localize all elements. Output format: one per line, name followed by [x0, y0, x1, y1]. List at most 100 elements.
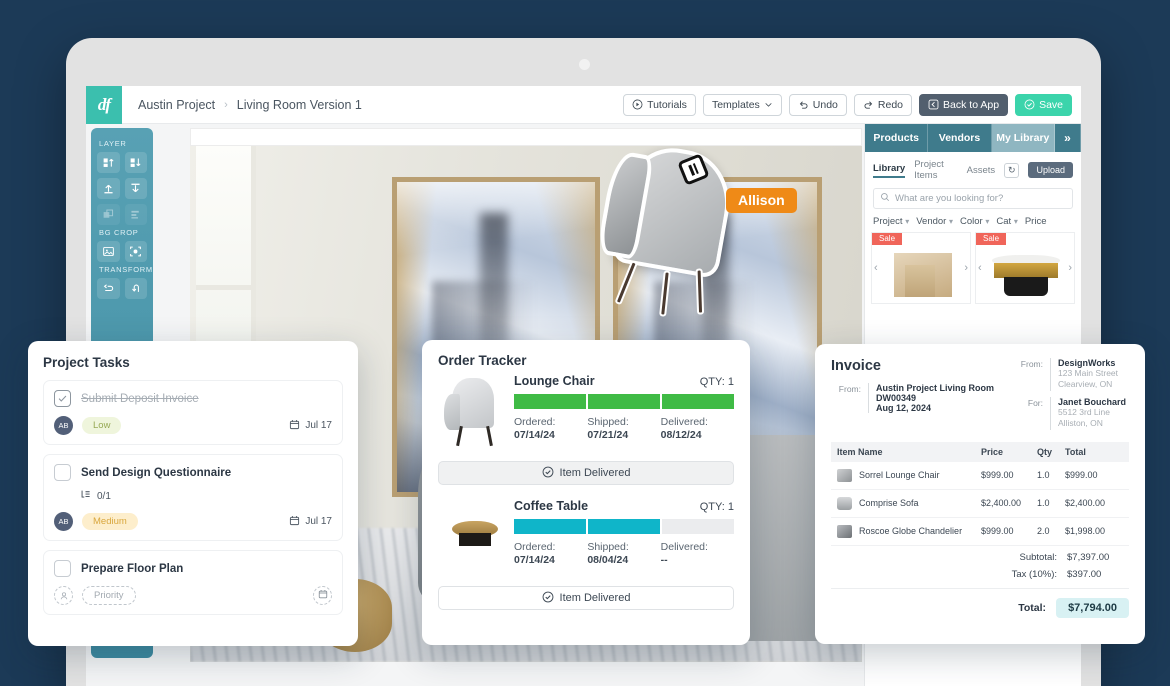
- subtab-assets[interactable]: Assets: [967, 165, 996, 176]
- refresh-icon[interactable]: ↻: [1004, 162, 1020, 178]
- item-thumbnail: [837, 524, 852, 538]
- next-icon[interactable]: ›: [1068, 262, 1072, 274]
- invoice-project-block: From: Austin Project Living Room DW00349…: [831, 383, 1013, 413]
- item-delivered-label: Item Delivered: [559, 592, 631, 604]
- task-item[interactable]: Submit Deposit Invoice AB Low Jul 17: [43, 380, 343, 445]
- table-row: Roscoe Globe Chandelier $999.00 2.0 $1,9…: [831, 518, 1129, 546]
- priority-chip[interactable]: Priority: [82, 586, 136, 605]
- tutorials-button[interactable]: Tutorials: [623, 93, 696, 116]
- back-to-app-button[interactable]: Back to App: [919, 93, 1009, 116]
- due-date[interactable]: [313, 586, 332, 605]
- column-item-name: Item Name: [837, 446, 883, 457]
- check-circle-icon: [1024, 99, 1035, 110]
- app-logo[interactable]: df: [86, 86, 122, 124]
- bring-forward-icon[interactable]: [97, 152, 120, 173]
- task-item[interactable]: Prepare Floor Plan Priority: [43, 550, 343, 615]
- invoice-company-address1: 123 Main Street: [1058, 368, 1119, 378]
- table-header-row: Item Name Price Qty Total: [831, 441, 1129, 462]
- order-item-name: Lounge Chair: [514, 374, 595, 388]
- priority-chip[interactable]: Medium: [82, 513, 138, 530]
- item-price: $2,400.00: [981, 498, 1022, 509]
- travertine-side-table-image: [894, 253, 952, 297]
- filter-color[interactable]: Color ▾: [960, 216, 989, 227]
- flip-horizontal-icon[interactable]: [97, 278, 120, 299]
- task-item[interactable]: Send Design Questionnaire 0/1 AB Medium …: [43, 454, 343, 541]
- redo-icon: [863, 99, 874, 110]
- move-up-icon[interactable]: [97, 178, 120, 199]
- breadcrumb-project[interactable]: Austin Project: [138, 98, 215, 112]
- tab-my-library[interactable]: My Library: [991, 124, 1055, 152]
- item-delivered-button[interactable]: Item Delivered: [438, 586, 734, 610]
- image-crop-icon[interactable]: [97, 241, 120, 262]
- due-date[interactable]: Jul 17: [289, 419, 332, 433]
- filter-vendor[interactable]: Vendor ▾: [916, 216, 953, 227]
- invoice-line-items-table: Item Name Price Qty Total Sorrel Lounge …: [831, 441, 1129, 546]
- invoice-client-address1: 5512 3rd Line: [1058, 406, 1110, 417]
- send-backward-icon[interactable]: [124, 152, 147, 173]
- breadcrumb: Austin Project › Living Room Version 1: [138, 98, 362, 112]
- delivered-label: Delivered:: [660, 416, 708, 428]
- templates-button[interactable]: Templates: [702, 93, 782, 116]
- subtab-library[interactable]: Library: [873, 163, 906, 178]
- ordered-date: 07/14/24: [514, 429, 555, 441]
- priority-chip[interactable]: Low: [82, 417, 122, 434]
- subtask-count-text: 0/1: [97, 490, 111, 502]
- due-date[interactable]: Jul 17: [289, 515, 332, 529]
- item-delivered-button[interactable]: Item Delivered: [438, 461, 734, 485]
- move-down-icon[interactable]: [124, 178, 147, 199]
- upload-button[interactable]: Upload: [1028, 162, 1073, 178]
- save-button[interactable]: Save: [1015, 93, 1072, 116]
- breadcrumb-version[interactable]: Living Room Version 1: [237, 98, 362, 112]
- item-price: $999.00: [981, 526, 1014, 537]
- item-name: Sorrel Lounge Chair: [859, 470, 940, 481]
- filter-cat[interactable]: Cat ▾: [996, 216, 1017, 227]
- subtotal-value: $7,397.00: [1067, 551, 1110, 563]
- expand-panel-icon[interactable]: »: [1054, 124, 1081, 152]
- group-icon[interactable]: [97, 204, 120, 225]
- filter-price[interactable]: Price: [1025, 216, 1047, 227]
- order-row: Lounge Chair QTY: 1 Ordered: 07/14/24 Sh…: [438, 374, 734, 452]
- invoice-project-date: Aug 12, 2024: [876, 403, 932, 413]
- prev-icon[interactable]: ‹: [978, 262, 982, 274]
- flip-vertical-icon[interactable]: [124, 278, 147, 299]
- order-progress-bar: [514, 394, 734, 409]
- align-icon[interactable]: [124, 204, 147, 225]
- filter-project[interactable]: Project ▾: [873, 216, 909, 227]
- toolbar-actions: Tutorials Templates Undo Redo Back to Ap…: [623, 93, 1081, 116]
- grand-total-row: Total: $7,794.00: [831, 587, 1129, 618]
- product-card[interactable]: Sale ‹ ›: [871, 232, 971, 304]
- shipped-label: Shipped:: [587, 416, 629, 428]
- prev-icon[interactable]: ‹: [874, 262, 878, 274]
- undo-label: Undo: [812, 98, 838, 111]
- toolbar-group-title-transform: TRANSFORM: [99, 265, 153, 274]
- breadcrumb-separator-icon: ›: [224, 98, 228, 111]
- collaborator-cursor: Allison: [677, 153, 797, 213]
- shipped-date: 08/04/24: [587, 554, 629, 566]
- task-checkbox[interactable]: [54, 464, 71, 481]
- assign-user-icon[interactable]: [54, 586, 73, 605]
- back-arrow-icon: [928, 99, 939, 110]
- task-title: Submit Deposit Invoice: [81, 392, 199, 405]
- calendar-icon: [289, 419, 300, 433]
- undo-icon: [798, 99, 809, 110]
- item-thumbnail: [837, 496, 852, 510]
- task-checkbox[interactable]: [54, 390, 71, 407]
- focus-crop-icon[interactable]: [124, 241, 147, 262]
- save-label: Save: [1039, 98, 1063, 111]
- tab-vendors[interactable]: Vendors: [928, 124, 992, 152]
- subtab-project-items[interactable]: Project Items: [914, 159, 957, 181]
- undo-button[interactable]: Undo: [788, 93, 847, 116]
- coffee-table-thumbnail: [438, 499, 506, 577]
- library-search-input[interactable]: What are you looking for?: [873, 188, 1073, 209]
- invoice-title: Invoice: [831, 358, 881, 374]
- avatar[interactable]: AB: [54, 512, 73, 531]
- ordered-label: Ordered:: [514, 541, 556, 553]
- redo-button[interactable]: Redo: [853, 93, 913, 116]
- search-icon: [880, 192, 890, 205]
- next-icon[interactable]: ›: [964, 262, 968, 274]
- avatar[interactable]: AB: [54, 416, 73, 435]
- product-card[interactable]: Sale ‹ ›: [975, 232, 1075, 304]
- order-row: Coffee Table QTY: 1 Ordered: 07/14/24 Sh…: [438, 499, 734, 577]
- tab-products[interactable]: Products: [865, 124, 929, 152]
- task-checkbox[interactable]: [54, 560, 71, 577]
